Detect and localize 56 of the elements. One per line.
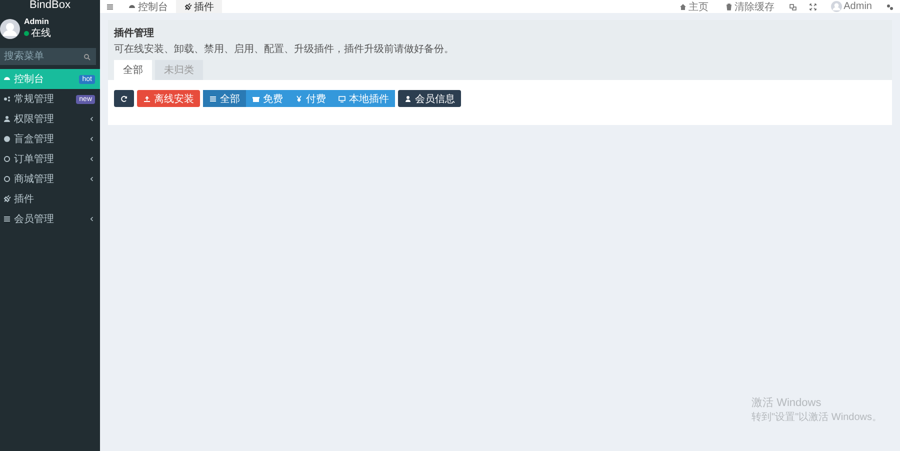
category-tab[interactable]: 全部 xyxy=(114,60,152,80)
panel-title: 插件管理 xyxy=(114,26,155,40)
page-tab[interactable]: 插件 xyxy=(176,0,222,13)
upload-icon xyxy=(143,94,151,102)
user-menu[interactable]: Admin xyxy=(822,1,880,12)
top-link[interactable]: 清除缓存 xyxy=(716,0,783,14)
ring-icon xyxy=(3,175,11,183)
dashboard-icon xyxy=(3,75,11,83)
filter-button[interactable]: 本地插件 xyxy=(332,90,395,107)
trash-icon xyxy=(724,2,733,10)
activation-title: 激活 Windows xyxy=(752,396,822,410)
filter-button[interactable]: 免费 xyxy=(246,90,289,107)
plug-icon xyxy=(184,2,192,10)
menu-item[interactable]: 插件 xyxy=(0,189,100,209)
menu-label: 盲盒管理 xyxy=(14,132,55,146)
menu-label: 控制台 xyxy=(14,72,45,86)
menu-label: 常规管理 xyxy=(14,92,55,106)
monitor-icon xyxy=(338,94,346,102)
menu-label: 订单管理 xyxy=(14,152,55,166)
member-info-button[interactable]: 会员信息 xyxy=(398,90,461,107)
menu-icon xyxy=(106,2,114,10)
search-icon xyxy=(83,53,91,61)
page-tab[interactable]: 控制台 xyxy=(120,0,176,13)
home-icon xyxy=(678,2,687,10)
top-link[interactable]: 主页 xyxy=(670,0,717,14)
ring-icon xyxy=(3,155,11,163)
filter-button[interactable]: 全部 xyxy=(203,90,246,107)
avatar-icon xyxy=(0,18,20,38)
menu-label: 会员管理 xyxy=(14,213,55,226)
search-field[interactable]: 搜索菜单 xyxy=(0,48,96,65)
offline-install-button[interactable]: 离线安装 xyxy=(137,90,200,107)
menu-label: 插件 xyxy=(14,193,35,206)
yen-icon xyxy=(295,94,303,102)
menu-item[interactable]: 盲盒管理 xyxy=(0,129,100,149)
menu-item[interactable]: 商城管理 xyxy=(0,169,100,189)
fullscreen-icon xyxy=(808,2,817,10)
plug-icon xyxy=(3,195,11,203)
list-icon xyxy=(3,215,11,223)
list-icon xyxy=(209,94,217,102)
refresh-icon xyxy=(120,94,128,102)
activation-text: 转到"设置"以激活 Windows。 xyxy=(752,410,882,424)
menu-label: 权限管理 xyxy=(14,112,55,126)
menu-item[interactable]: 会员管理 xyxy=(0,209,100,229)
menu-item[interactable]: 权限管理 xyxy=(0,109,100,129)
user-name: Admin xyxy=(24,17,50,26)
status-text: 在线 xyxy=(31,26,51,40)
refresh-button[interactable] xyxy=(114,90,134,107)
people-icon xyxy=(3,115,11,123)
user-icon xyxy=(404,94,412,102)
dot-icon xyxy=(3,135,11,143)
dashboard-icon xyxy=(128,2,136,10)
menu-item[interactable]: 订单管理 xyxy=(0,149,100,169)
online-status-dot xyxy=(24,30,29,36)
filter-button[interactable]: 付费 xyxy=(289,90,332,107)
menu-label: 商城管理 xyxy=(14,172,55,186)
panel-description: 可在线安装、卸载、禁用、启用、配置、升级插件，插件升级前请做好备份。 xyxy=(114,42,455,56)
